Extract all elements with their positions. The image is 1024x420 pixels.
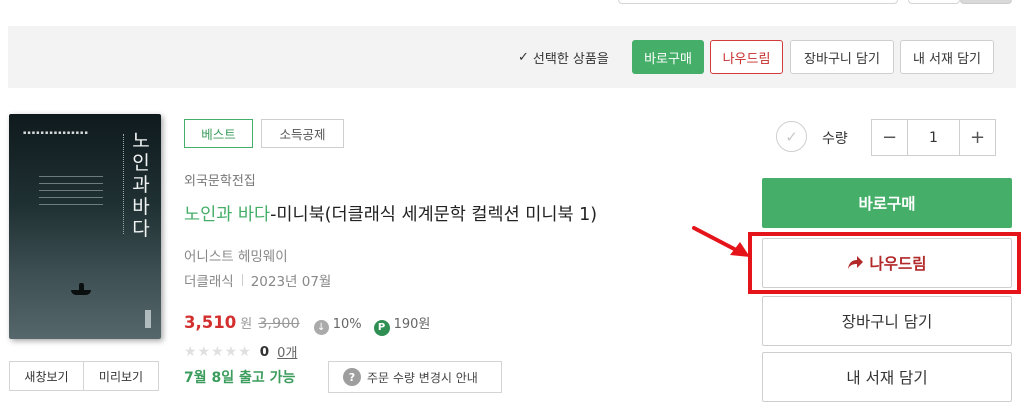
quantity-input[interactable]: 1 (907, 120, 960, 155)
book-publisher-row: 더클래식 2023년 07월 (184, 270, 331, 290)
rating-row: ★★★★★ 0 0개 (184, 342, 297, 362)
discount-icon: ↓ (313, 320, 329, 335)
book-pub-date: 2023년 07월 (250, 274, 332, 290)
cover-subtitle (123, 134, 129, 234)
best-tag: 베스트 (184, 119, 253, 148)
cover-title: 노인과바다 (132, 130, 150, 240)
add-to-shelf-button[interactable]: 내 서재 담기 (762, 352, 1012, 402)
rating-stars: ★★★★★ (184, 343, 252, 360)
book-author[interactable]: 어니스트 헤밍웨이 (184, 245, 288, 265)
quantity-plus-button[interactable]: + (960, 120, 995, 155)
currency-label: 원 (240, 317, 253, 332)
add-to-cart-button[interactable]: 장바구니 담기 (762, 296, 1012, 346)
cover-boat (71, 290, 91, 295)
cover-top-line: ▪▪▪▪▪▪▪▪▪▪▪▪▪▪▪ (23, 130, 89, 136)
rating-score: 0 (259, 343, 270, 360)
book-publisher[interactable]: 더클래식 (184, 270, 234, 290)
divider (241, 274, 243, 286)
book-title[interactable]: 노인과 바다-미니북(더클래식 세계문학 컬렉션 미니북 1) (184, 201, 597, 226)
quantity-notice-button[interactable]: ? 주문 수량 변경시 안내 (328, 361, 502, 393)
book-title-rest[interactable]: -미니북(더클래식 세계문학 컬렉션 미니북 1) (270, 205, 597, 225)
review-count-link[interactable]: 0개 (277, 342, 297, 361)
selection-label-text: 선택한 상품을 (532, 52, 609, 67)
new-window-button[interactable]: 새창보기 (9, 361, 84, 391)
book-cover[interactable]: ▪▪▪▪▪▪▪▪▪▪▪▪▪▪▪ 노인과바다 (9, 114, 161, 339)
quantity-stepper: − 1 + (871, 119, 996, 156)
red-arrow-icon (692, 226, 750, 257)
discount-rate: 10% (332, 317, 362, 332)
tax-deduction-tag: 소득공제 (261, 119, 344, 148)
price-row: 3,510 원 3,900 ↓ 10% P 190원 (184, 313, 431, 336)
sale-price: 3,510 (184, 313, 237, 332)
quantity-minus-button[interactable]: − (872, 120, 907, 155)
selection-label: ✓ 선택한 상품을 (518, 48, 609, 67)
book-title-highlight[interactable]: 노인과 바다 (184, 205, 270, 225)
select-check-icon[interactable]: ✓ (776, 121, 807, 152)
check-icon: ✓ (518, 50, 529, 65)
quantity-notice-label: 주문 수량 변경시 안내 (367, 370, 478, 385)
points-value: 190원 (393, 317, 431, 332)
top-control-3[interactable] (960, 0, 1012, 4)
question-icon: ? (343, 368, 361, 386)
top-control-2[interactable] (908, 0, 960, 4)
buy-now-button[interactable]: 바로구매 (762, 178, 1012, 228)
cover-text-lines (39, 176, 103, 211)
bar-give-button[interactable]: 나우드림 (710, 40, 783, 74)
cover-author (145, 310, 151, 328)
bar-buy-button[interactable]: 바로구매 (632, 40, 704, 74)
quantity-label: 수량 (822, 131, 848, 147)
bar-cart-button[interactable]: 장바구니 담기 (790, 40, 894, 74)
preview-button[interactable]: 미리보기 (84, 361, 159, 391)
shipping-info: 7월 8일 출고 가능 (184, 370, 296, 386)
top-control-1[interactable] (618, 0, 898, 4)
highlight-box (748, 232, 1021, 294)
bar-shelf-button[interactable]: 내 서재 담기 (900, 40, 994, 74)
book-category[interactable]: 외국문학전집 (184, 170, 256, 189)
points-icon: P (373, 319, 390, 336)
original-price: 3,900 (258, 316, 300, 332)
